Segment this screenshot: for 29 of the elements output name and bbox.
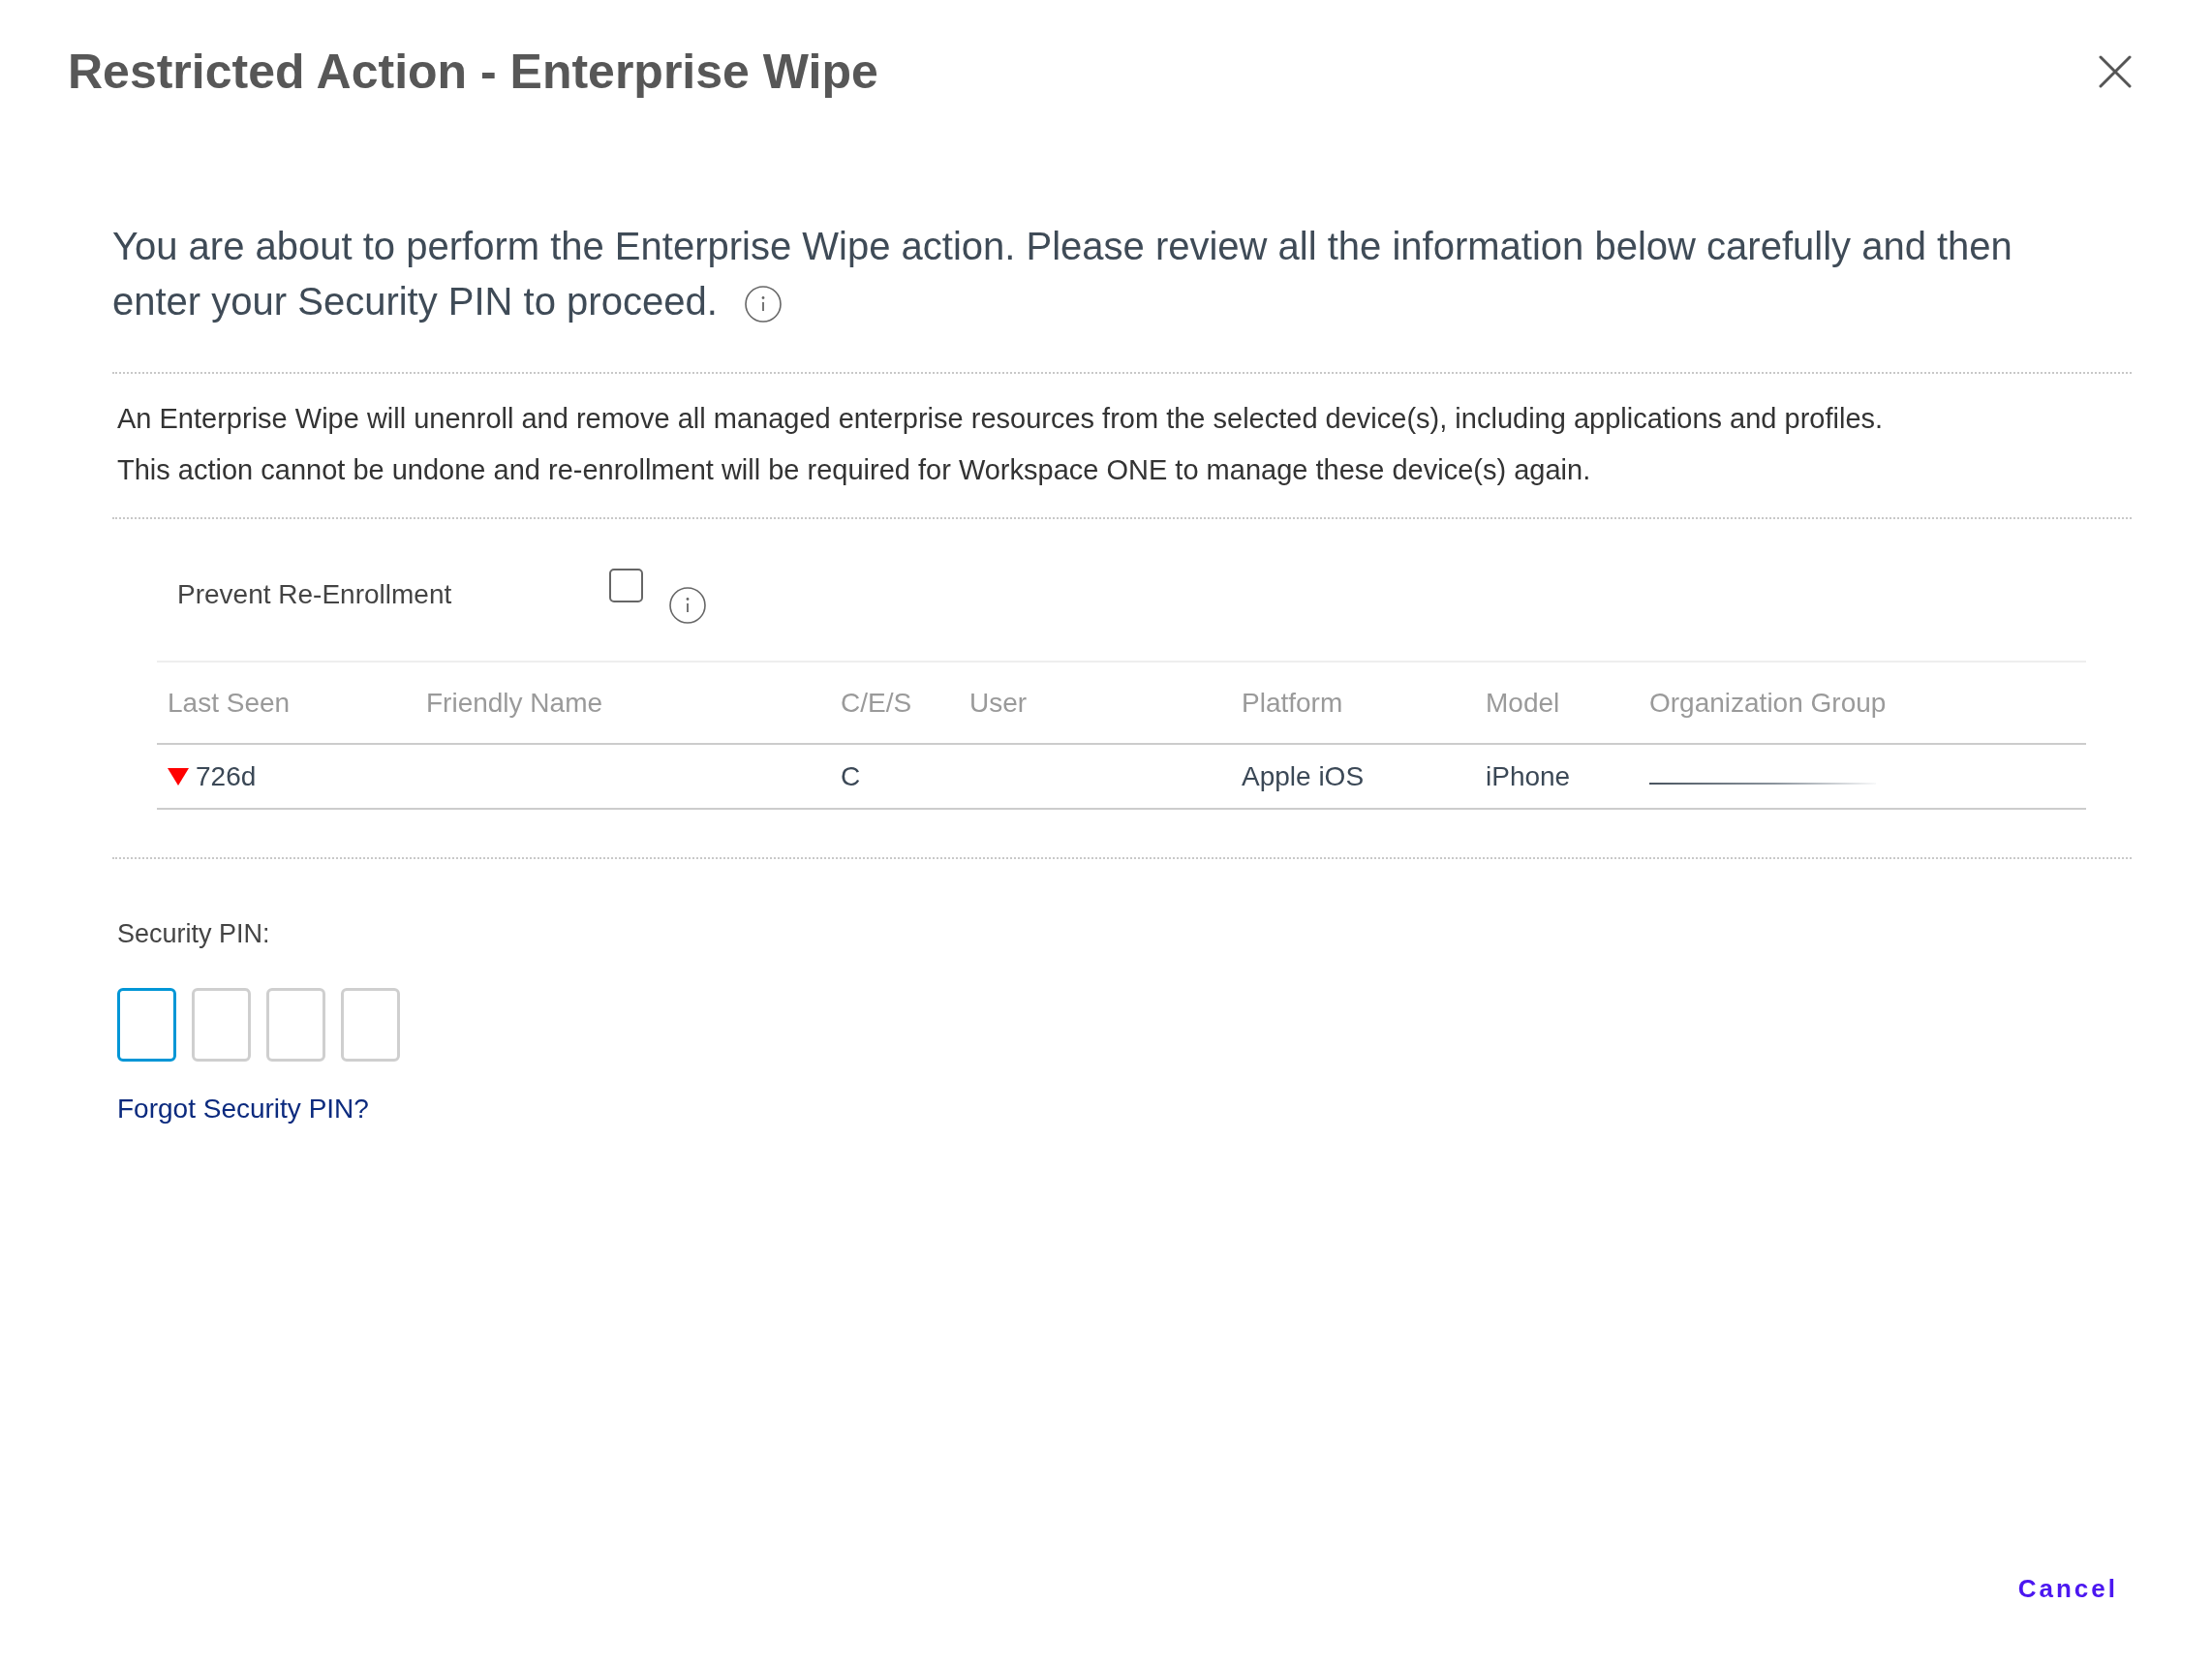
cancel-button[interactable]: Cancel <box>2014 1569 2118 1608</box>
close-icon <box>2099 55 2132 88</box>
column-header: Friendly Name <box>426 686 603 720</box>
pin-digit-field[interactable] <box>341 988 400 1062</box>
table-cell-text: 726d <box>196 759 257 793</box>
close-button[interactable] <box>2099 55 2132 88</box>
checkbox[interactable] <box>609 569 643 602</box>
column-header: Organization Group <box>1649 686 1887 720</box>
column-header: Model <box>1486 686 1560 720</box>
table-cell-text: Apple iOS <box>1242 759 1365 793</box>
info-icon[interactable] <box>669 587 706 624</box>
column-header: Last Seen <box>168 686 291 720</box>
table-cell-text: iPhone <box>1486 759 1571 793</box>
description-text: This action cannot be undone and re-enrollment will be required for Workspace ONE to manage these device(s) again. <box>117 453 1591 487</box>
pin-digit-field[interactable] <box>266 988 325 1062</box>
pin-label: Security PIN: <box>117 918 270 950</box>
column-header: User <box>969 686 1028 720</box>
table-cell-text: C <box>841 759 861 793</box>
info-icon[interactable] <box>744 286 782 323</box>
column-header: C/E/S <box>841 686 912 720</box>
description-text: An Enterprise Wipe will unenroll and remove all managed enterprise resources from the selected device(s), including applications and profiles. <box>117 402 1884 436</box>
intro-text: You are about to perform the Enterprise Wipe action. Please review all the information below carefully and then <box>112 225 2012 267</box>
pin-digit-field[interactable] <box>117 988 176 1062</box>
dialog-title: Restricted Action - Enterprise Wipe <box>68 44 878 101</box>
forgot-pin-link[interactable]: Forgot Security PIN? <box>117 1090 369 1128</box>
checkbox-label: Prevent Re-Enrollment <box>177 578 453 611</box>
intro-text: enter your Security PIN to proceed. <box>112 280 718 323</box>
column-header: Platform <box>1242 686 1343 720</box>
pin-digit-field[interactable] <box>192 988 251 1062</box>
